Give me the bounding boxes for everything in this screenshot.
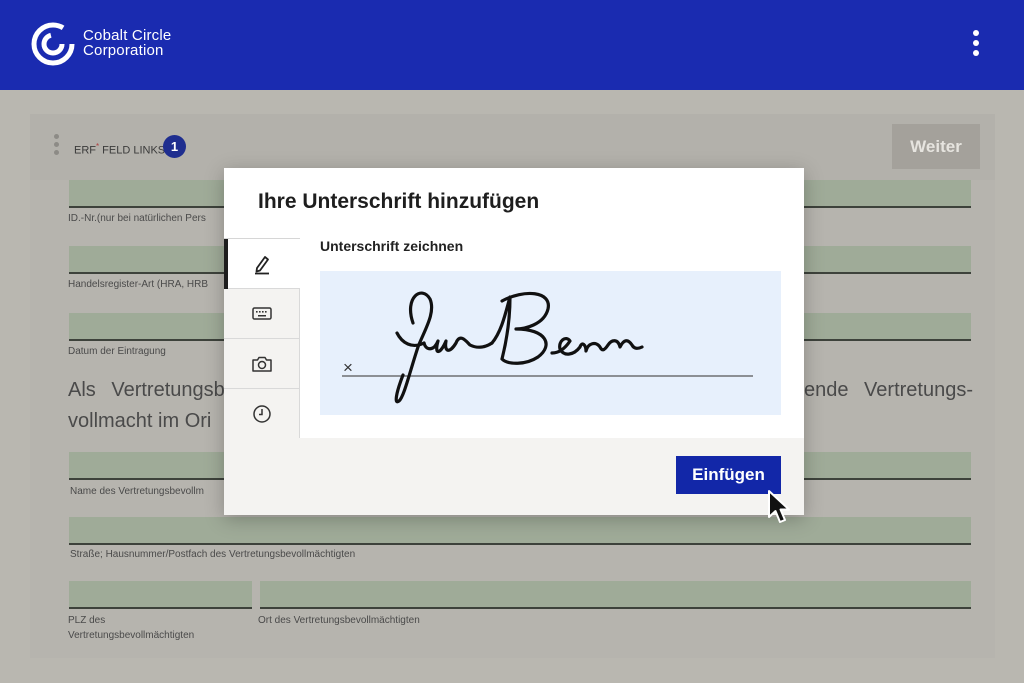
signature-method-tabs: [224, 238, 300, 439]
tab-type[interactable]: [224, 289, 300, 339]
signature-dialog: Ihre Unterschrift hinzufügen Unterschrif…: [224, 168, 804, 515]
dialog-footer: Einfügen: [224, 438, 804, 515]
tab-draw[interactable]: [224, 239, 300, 289]
cobalt-circle-logo: [31, 22, 75, 66]
postal-code-label-line1: PLZ des: [68, 615, 106, 626]
id-number-label: ID.-Nr.(nur bei natürlichen Pers: [68, 213, 206, 224]
required-count-badge[interactable]: 1: [163, 135, 186, 158]
registration-date-label: Datum der Eintragung: [68, 346, 166, 357]
tab-recent[interactable]: [224, 389, 300, 439]
brand-line-2: Corporation: [83, 42, 164, 59]
keyboard-icon: [252, 307, 272, 320]
kebab-menu-icon[interactable]: [968, 30, 984, 60]
representative-name-label: Name des Vertretungsbevollm: [70, 486, 204, 497]
street-field[interactable]: [69, 517, 971, 545]
required-label-prefix: ERF: [74, 144, 96, 157]
mouse-pointer-icon: [768, 490, 790, 523]
signature-line-marker: ×: [343, 358, 353, 377]
form-paragraph-line2: vollmacht im Ori: [68, 410, 212, 432]
brand-line-1: Cobalt Circle: [83, 27, 172, 44]
form-paragraph-line1-left: Als Vertretungsb: [68, 379, 225, 401]
brand-name: Cobalt Circle Corporation: [83, 28, 171, 58]
signature-canvas[interactable]: ×: [320, 271, 781, 415]
draw-signature-label: Unterschrift zeichnen: [320, 238, 464, 254]
top-bar: Cobalt Circle Corporation: [0, 0, 1024, 90]
camera-icon: [252, 356, 272, 372]
next-button[interactable]: Weiter: [892, 124, 980, 169]
pen-icon: [255, 256, 269, 275]
required-label-suffix: FELD LINKS: [99, 144, 166, 157]
drag-handle-icon[interactable]: [54, 134, 60, 160]
signature-drawing: ×: [342, 291, 753, 404]
form-paragraph-line1-right: ende Vertretungs-: [804, 379, 973, 401]
postal-code-field[interactable]: [69, 581, 252, 609]
city-label: Ort des Vertretungsbevollmächtigten: [258, 615, 420, 626]
clock-icon: [253, 405, 271, 423]
tab-upload-photo[interactable]: [224, 339, 300, 389]
dialog-title: Ihre Unterschrift hinzufügen: [258, 190, 540, 213]
signature-strokes: [394, 291, 644, 404]
register-type-label: Handelsregister-Art (HRA, HRB: [68, 279, 209, 290]
postal-code-label-line2: Vertretungsbevollmächtigten: [68, 630, 195, 641]
required-fields-label: ERF* FELD LINKS: [74, 142, 165, 157]
insert-button[interactable]: Einfügen: [676, 456, 781, 494]
city-field[interactable]: [260, 581, 971, 609]
street-label: Straße; Hausnummer/Postfach des Vertretu…: [70, 549, 356, 560]
